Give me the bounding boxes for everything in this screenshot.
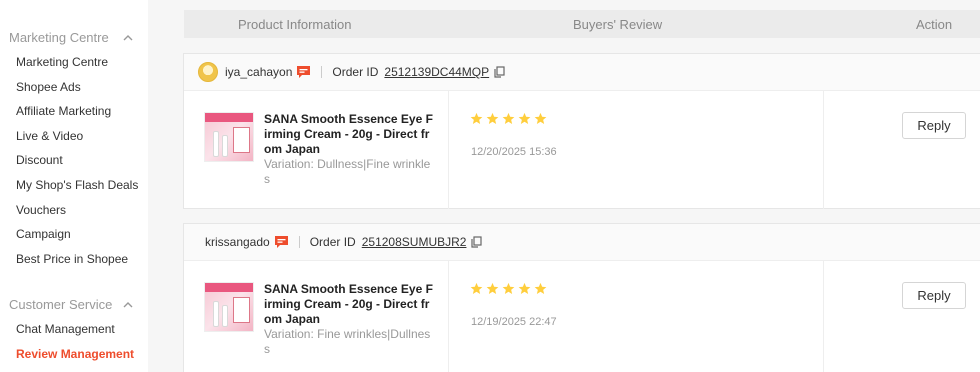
product-variation: Variation: Dullness|Fine wrinkles bbox=[264, 157, 431, 186]
order-id-label: Order ID bbox=[332, 65, 379, 79]
star-rating bbox=[470, 282, 547, 295]
avatar[interactable] bbox=[198, 62, 218, 82]
star-icon bbox=[534, 282, 547, 295]
star-icon bbox=[470, 282, 483, 295]
star-icon bbox=[502, 282, 515, 295]
reply-button[interactable]: Reply bbox=[902, 282, 966, 309]
sidebar-item-live-video[interactable]: Live & Video bbox=[16, 129, 83, 143]
sidebar-item-shopee-ads[interactable]: Shopee Ads bbox=[16, 80, 81, 94]
review-timestamp: 12/20/2025 15:36 bbox=[471, 146, 557, 158]
product-name[interactable]: SANA Smooth Essence Eye Firming Cream - … bbox=[264, 112, 434, 157]
section-title: Customer Service bbox=[9, 297, 113, 312]
star-icon bbox=[518, 112, 531, 125]
section-customer-service[interactable]: Customer Service bbox=[9, 297, 135, 312]
table-header: Product Information Buyers' Review Actio… bbox=[184, 10, 980, 38]
sidebar-item-vouchers[interactable]: Vouchers bbox=[16, 203, 66, 217]
copy-icon[interactable] bbox=[471, 236, 483, 248]
order-id-link[interactable]: 251208SUMUBJR2 bbox=[362, 235, 467, 249]
divider bbox=[321, 66, 323, 78]
review-card-header: krissangado Order ID 251208SUMUBJR2 bbox=[184, 224, 980, 261]
sidebar-item-campaign[interactable]: Campaign bbox=[16, 227, 71, 241]
divider bbox=[448, 91, 449, 209]
sidebar-item-discount[interactable]: Discount bbox=[16, 153, 63, 167]
sidebar-item-marketing-centre[interactable]: Marketing Centre bbox=[16, 55, 108, 69]
sidebar-item-flash-deals[interactable]: My Shop's Flash Deals bbox=[16, 178, 138, 192]
sidebar-item-affiliate-marketing[interactable]: Affiliate Marketing bbox=[16, 104, 111, 118]
product-info: SANA Smooth Essence Eye Firming Cream - … bbox=[264, 112, 434, 187]
chevron-up-icon[interactable] bbox=[121, 298, 135, 312]
order-id-link[interactable]: 2512139DC44MQP bbox=[384, 65, 489, 79]
buyer-username[interactable]: iya_cahayon bbox=[225, 65, 292, 79]
product-image[interactable] bbox=[204, 112, 254, 162]
main-content: Product Information Buyers' Review Actio… bbox=[148, 0, 980, 372]
sidebar-item-review-management[interactable]: Review Management bbox=[16, 347, 134, 361]
reply-button[interactable]: Reply bbox=[902, 112, 966, 139]
order-id-label: Order ID bbox=[309, 235, 356, 249]
sidebar-item-best-price[interactable]: Best Price in Shopee bbox=[16, 252, 128, 266]
product-variation: Variation: Fine wrinkles|Dullness bbox=[264, 327, 431, 356]
review-card: krissangado Order ID 251208SUMUBJR2 SANA… bbox=[183, 223, 980, 372]
copy-icon[interactable] bbox=[494, 66, 505, 78]
star-rating bbox=[470, 112, 547, 125]
product-info: SANA Smooth Essence Eye Firming Cream - … bbox=[264, 282, 434, 357]
star-icon bbox=[502, 112, 515, 125]
star-icon bbox=[486, 112, 499, 125]
chat-icon[interactable] bbox=[274, 235, 289, 249]
star-icon bbox=[486, 282, 499, 295]
divider bbox=[298, 236, 300, 248]
column-header-buyers-review: Buyers' Review bbox=[573, 17, 663, 32]
section-marketing-centre[interactable]: Marketing Centre bbox=[9, 30, 135, 45]
chat-icon[interactable] bbox=[296, 65, 311, 79]
star-icon bbox=[534, 112, 547, 125]
column-header-product-info: Product Information bbox=[238, 17, 352, 32]
review-timestamp: 12/19/2025 22:47 bbox=[471, 316, 557, 328]
star-icon bbox=[470, 112, 483, 125]
buyer-username[interactable]: krissangado bbox=[205, 235, 270, 249]
star-icon bbox=[518, 282, 531, 295]
chevron-up-icon[interactable] bbox=[121, 31, 135, 45]
divider bbox=[448, 261, 449, 372]
product-image[interactable] bbox=[204, 282, 254, 332]
divider bbox=[823, 91, 824, 209]
sidebar-item-chat-management[interactable]: Chat Management bbox=[16, 322, 115, 336]
section-title: Marketing Centre bbox=[9, 30, 109, 45]
review-card: iya_cahayon Order ID 2512139DC44MQP SANA… bbox=[183, 53, 980, 209]
sidebar: Marketing Centre Marketing Centre Shopee… bbox=[0, 0, 148, 372]
column-header-action: Action bbox=[916, 17, 953, 32]
review-card-header: iya_cahayon Order ID 2512139DC44MQP bbox=[184, 54, 980, 91]
product-name[interactable]: SANA Smooth Essence Eye Firming Cream - … bbox=[264, 282, 434, 327]
divider bbox=[823, 261, 824, 372]
